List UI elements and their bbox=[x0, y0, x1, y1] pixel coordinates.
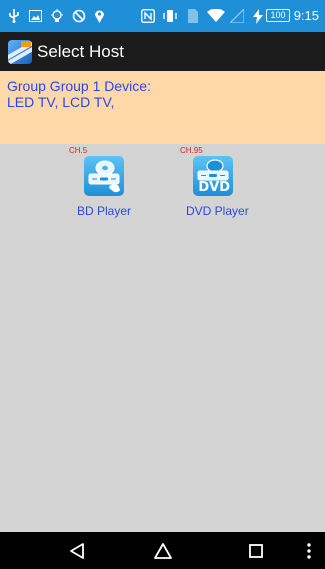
app-bar: Select Host bbox=[0, 32, 325, 71]
home-icon[interactable] bbox=[151, 540, 175, 562]
host-name: BD Player bbox=[77, 204, 132, 218]
dvd-icon-label: DVD bbox=[198, 180, 230, 195]
sim-icon bbox=[187, 7, 199, 25]
host-item-dvd-player[interactable]: CH.95 DVD DVD Player bbox=[176, 144, 271, 236]
host-grid: CH.5 BD Player CH.95 DVD DVD Player bbox=[0, 144, 325, 532]
group-info-line: Group Group 1 Device: bbox=[7, 78, 151, 94]
charging-icon bbox=[252, 7, 264, 25]
app-logo-icon bbox=[8, 40, 32, 64]
battery-indicator: 100 bbox=[266, 9, 290, 22]
blocked-icon bbox=[71, 7, 86, 25]
group-info-panel: Group Group 1 Device: LED TV, LCD TV, bbox=[0, 71, 325, 144]
navigation-bar bbox=[0, 532, 325, 569]
usb-icon bbox=[7, 7, 21, 25]
bd-player-icon bbox=[84, 156, 124, 196]
clock: 9:15 bbox=[293, 8, 319, 23]
image-icon bbox=[28, 7, 42, 25]
dvd-player-icon: DVD bbox=[193, 156, 233, 196]
status-bar: 100 9:15 bbox=[0, 0, 325, 32]
page-title: Select Host bbox=[37, 42, 124, 61]
lightbulb-icon bbox=[50, 7, 64, 25]
back-icon[interactable] bbox=[65, 540, 89, 562]
location-pin-icon bbox=[93, 7, 106, 25]
recents-icon[interactable] bbox=[244, 540, 268, 562]
overflow-menu-icon[interactable] bbox=[301, 540, 317, 562]
device-list-line: LED TV, LCD TV, bbox=[7, 94, 115, 110]
nfc-icon bbox=[140, 7, 155, 25]
signal-icon bbox=[229, 7, 245, 25]
vibrate-icon bbox=[162, 7, 178, 25]
channel-label: CH.95 bbox=[180, 146, 203, 155]
wifi-icon bbox=[207, 7, 225, 25]
host-item-bd-player[interactable]: CH.5 BD Player bbox=[63, 144, 158, 236]
host-name: DVD Player bbox=[186, 204, 249, 218]
channel-label: CH.5 bbox=[69, 146, 88, 155]
